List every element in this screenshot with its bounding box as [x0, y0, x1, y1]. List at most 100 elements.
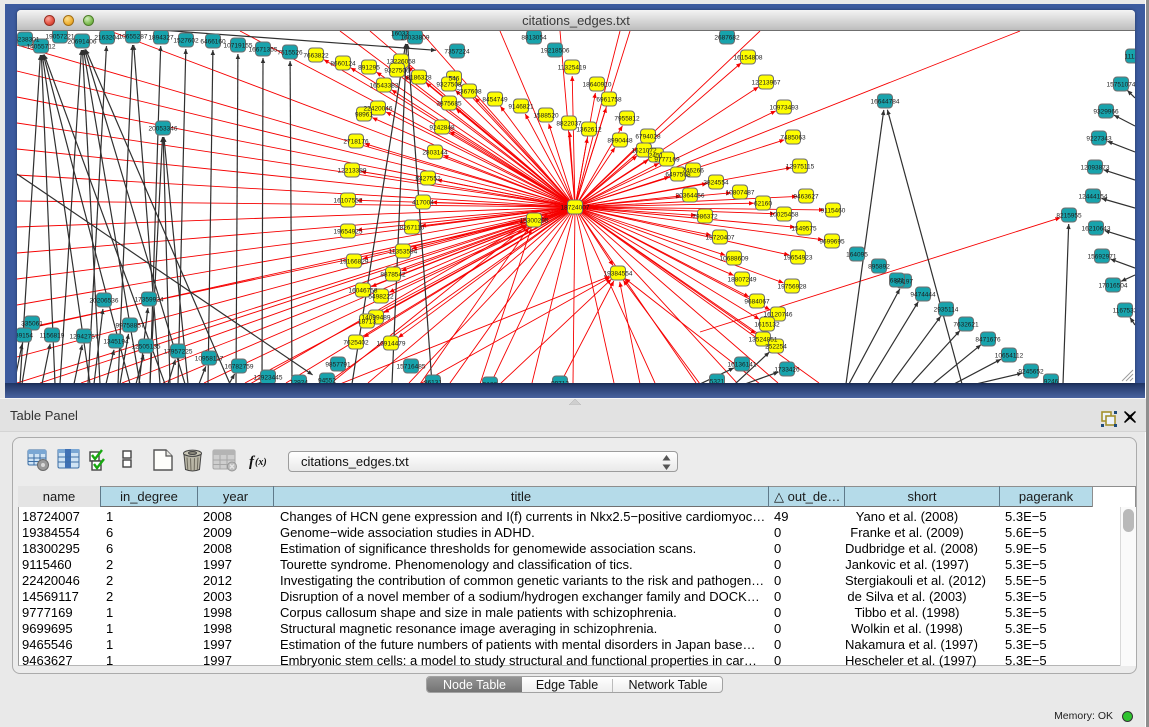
svg-text:(x): (x) — [255, 457, 267, 468]
svg-text:16671355: 16671355 — [249, 47, 278, 54]
svg-text:16543382: 16543382 — [370, 83, 399, 90]
svg-text:19654925: 19654925 — [334, 229, 363, 236]
svg-text:11325419: 11325419 — [558, 65, 587, 72]
svg-text:1588520: 1588520 — [533, 113, 559, 120]
svg-text:252254: 252254 — [765, 344, 787, 351]
svg-text:98961: 98961 — [355, 112, 373, 119]
svg-text:9857791: 9857791 — [325, 362, 351, 369]
svg-text:1156819: 1156819 — [40, 333, 65, 340]
svg-text:1894327: 1894327 — [148, 35, 174, 42]
svg-text:417004: 417004 — [412, 200, 434, 207]
svg-text:13524851: 13524851 — [749, 337, 778, 344]
svg-text:16782759: 16782759 — [225, 364, 254, 371]
svg-text:8186328: 8186328 — [406, 75, 432, 82]
svg-text:9146821: 9146821 — [508, 104, 534, 111]
svg-text:6466160: 6466160 — [200, 39, 226, 46]
svg-text:9115460: 9115460 — [821, 208, 846, 215]
svg-text:5498222: 5498222 — [368, 294, 394, 301]
svg-text:8878542: 8878542 — [380, 272, 406, 279]
svg-text:18713: 18713 — [358, 319, 376, 326]
svg-text:7632621: 7632621 — [953, 322, 979, 329]
svg-text:2935114: 2935114 — [934, 307, 959, 314]
svg-text:16107552: 16107552 — [334, 198, 363, 205]
svg-text:16033809: 16033809 — [401, 35, 430, 42]
svg-text:17016504: 17016504 — [1099, 283, 1128, 290]
svg-text:16210643: 16210643 — [1082, 226, 1111, 233]
svg-text:62160: 62160 — [754, 201, 772, 208]
svg-text:2367608: 2367608 — [456, 89, 482, 96]
svg-text:15716485: 15716485 — [397, 364, 426, 371]
svg-text:6794028: 6794028 — [635, 134, 661, 141]
svg-text:12444154: 12444154 — [1079, 194, 1108, 201]
svg-text:16644784: 16644784 — [871, 99, 900, 106]
svg-text:10655287: 10655287 — [119, 34, 148, 41]
svg-text:19654923: 19654923 — [784, 255, 813, 262]
svg-text:1167533: 1167533 — [1113, 308, 1135, 315]
svg-text:10958117: 10958117 — [195, 356, 224, 363]
svg-text:164095: 164095 — [846, 252, 868, 259]
svg-text:7986372: 7986372 — [692, 214, 718, 221]
svg-text:2687682: 2687682 — [714, 35, 740, 42]
svg-text:12923445: 12923445 — [254, 375, 283, 382]
svg-text:10025458: 10025458 — [770, 212, 799, 219]
svg-text:746266: 746266 — [682, 168, 704, 175]
svg-text:16914479: 16914479 — [377, 341, 406, 348]
svg-text:335061: 335061 — [21, 321, 43, 328]
svg-text:11353594: 11353594 — [389, 249, 418, 256]
svg-text:20691406: 20691406 — [68, 39, 97, 46]
svg-text:5321: 5321 — [710, 379, 725, 384]
svg-text:39154: 39154 — [17, 333, 33, 340]
svg-text:20053346: 20053346 — [149, 126, 178, 133]
svg-text:8813054: 8813054 — [521, 35, 547, 42]
svg-text:20364456: 20364456 — [676, 193, 705, 200]
svg-text:7515526: 7515526 — [277, 50, 303, 57]
svg-text:9327508: 9327508 — [436, 82, 462, 89]
svg-text:99713: 99713 — [551, 381, 569, 384]
svg-text:94552: 94552 — [318, 378, 336, 384]
svg-text:7955812: 7955812 — [614, 116, 640, 123]
svg-text:9474444: 9474444 — [910, 292, 936, 299]
svg-text:8454749: 8454749 — [482, 97, 508, 104]
svg-text:9777169: 9777169 — [654, 157, 680, 164]
svg-text:9684067: 9684067 — [744, 299, 770, 306]
svg-text:16154808: 16154808 — [734, 55, 763, 62]
svg-text:12093873: 12093873 — [1081, 165, 1110, 172]
svg-text:8427552: 8427552 — [415, 176, 441, 183]
svg-text:12975115: 12975115 — [786, 164, 815, 171]
svg-text:9699695: 9699695 — [819, 239, 845, 246]
svg-text:2163204: 2163204 — [94, 35, 120, 42]
svg-text:12942757: 12942757 — [70, 334, 99, 341]
svg-text:2803144: 2803144 — [422, 150, 448, 157]
svg-text:19756928: 19756928 — [778, 284, 807, 291]
svg-text:6871: 6871 — [890, 278, 905, 285]
svg-text:1549575: 1549575 — [791, 226, 817, 233]
svg-text:10807487: 10807487 — [726, 190, 755, 197]
svg-text:13226058: 13226058 — [387, 59, 416, 66]
svg-text:12924: 12924 — [290, 380, 308, 384]
svg-text:9463627: 9463627 — [793, 194, 819, 201]
svg-text:99758857: 99758857 — [116, 323, 145, 330]
svg-text:19384554: 19384554 — [604, 271, 633, 278]
svg-text:2718176: 2718176 — [343, 139, 369, 146]
svg-text:9245652: 9245652 — [1018, 369, 1044, 376]
svg-text:5123: 5123 — [483, 382, 498, 384]
svg-text:8660124: 8660124 — [330, 61, 356, 68]
svg-text:14055712: 14055712 — [27, 44, 56, 51]
svg-text:12213389: 12213389 — [338, 168, 367, 175]
svg-text:8471676: 8471676 — [975, 337, 1001, 344]
svg-text:9242848: 9242848 — [429, 125, 455, 132]
svg-text:3824554: 3824554 — [703, 180, 729, 187]
svg-text:86131: 86131 — [424, 380, 442, 384]
svg-text:1527602: 1527602 — [173, 38, 199, 45]
svg-text:895892: 895892 — [868, 264, 890, 271]
svg-text:1733426: 1733426 — [774, 367, 800, 374]
svg-text:9327506: 9327506 — [384, 68, 410, 75]
svg-text:8267110: 8267110 — [400, 225, 425, 232]
svg-text:18807249: 18807249 — [728, 277, 757, 284]
svg-text:17359924: 17359924 — [135, 297, 164, 304]
svg-text:10654112: 10654112 — [995, 353, 1024, 360]
svg-text:891295: 891295 — [358, 65, 380, 72]
svg-text:11121: 11121 — [1124, 54, 1135, 61]
svg-text:6961758: 6961758 — [596, 97, 622, 104]
svg-text:7357224: 7357224 — [444, 49, 470, 56]
